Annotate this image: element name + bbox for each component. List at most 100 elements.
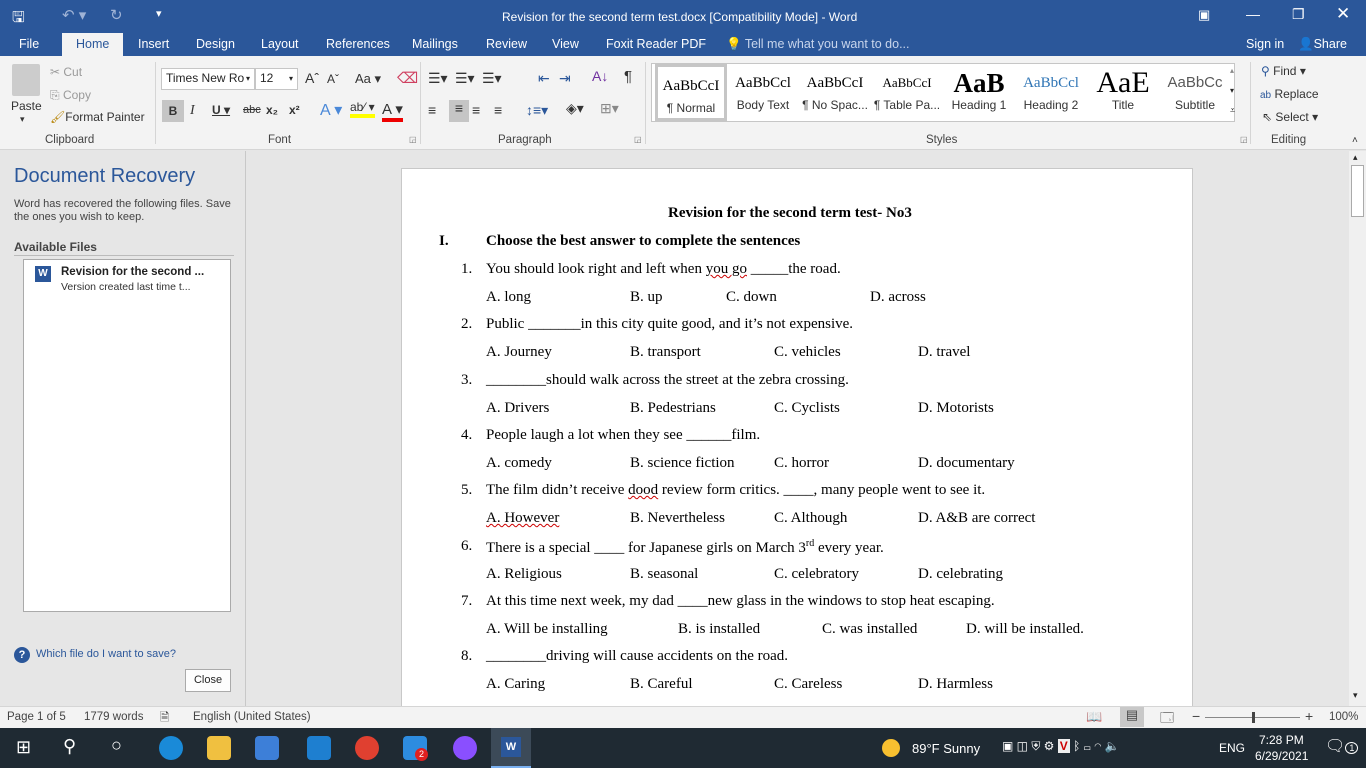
weather[interactable]: 89°F Sunny <box>912 741 980 756</box>
sort-icon[interactable]: A↓ <box>592 68 608 84</box>
line-spacing-icon[interactable]: ↕≡▾ <box>526 102 548 119</box>
scroll-down-icon[interactable]: ▾ <box>1353 690 1358 701</box>
show-formatting-icon[interactable]: ¶ <box>624 68 632 85</box>
superscript-button[interactable]: x² <box>289 103 300 117</box>
task-view-icon[interactable]: ○ <box>111 735 122 756</box>
style-heading-1[interactable]: AaB Heading 1 <box>943 64 1015 121</box>
increase-indent-icon[interactable]: ⇥ <box>559 70 571 87</box>
notifications-icon[interactable]: 🗨 1 <box>1325 736 1359 756</box>
style-normal[interactable]: AaBbCcI ¶ Normal <box>655 64 727 121</box>
collapse-ribbon-icon[interactable]: ˄ <box>1352 135 1358 146</box>
tab-foxit[interactable]: Foxit Reader PDF <box>606 37 706 51</box>
tab-layout[interactable]: Layout <box>261 37 299 51</box>
read-mode-icon[interactable]: 📖 <box>1086 709 1102 725</box>
styles-scroll-down-icon[interactable]: ▾ <box>1230 86 1234 95</box>
dialog-launcher-icon[interactable]: ◲ <box>1240 135 1248 144</box>
dialog-launcher-icon[interactable]: ◲ <box>634 135 642 144</box>
mail-icon[interactable] <box>307 736 331 760</box>
highlight-icon[interactable]: ab⁄ ▾ <box>350 100 375 118</box>
page-count[interactable]: Page 1 of 5 <box>7 711 66 723</box>
strikethrough-button[interactable]: abc <box>243 104 261 116</box>
style-title[interactable]: AaE Title <box>1087 64 1159 121</box>
pane-divider[interactable] <box>245 151 246 706</box>
decrease-indent-icon[interactable]: ⇤ <box>538 70 550 87</box>
edge-icon[interactable] <box>159 736 183 760</box>
tell-me-search[interactable]: 💡 Tell me what you want to do... <box>726 37 910 52</box>
sign-in-link[interactable]: Sign in <box>1246 37 1284 51</box>
zoom-slider-thumb[interactable] <box>1251 712 1255 723</box>
copy-button[interactable]: ⎘ Copy <box>50 88 91 103</box>
font-size-select[interactable]: 12 ▾ <box>255 68 298 90</box>
tab-file[interactable]: File <box>19 37 39 51</box>
vertical-scrollbar[interactable]: ▴ ▾ <box>1349 151 1366 706</box>
font-color-icon[interactable]: A ▾ <box>382 100 403 122</box>
multilevel-list-icon[interactable]: ☰▾ <box>482 70 502 87</box>
find-button[interactable]: ⚲ Find ▾ <box>1261 64 1306 78</box>
proofing-icon[interactable]: 🗎 <box>160 710 169 729</box>
zalo-icon[interactable]: 2 <box>403 736 428 761</box>
text-effects-icon[interactable]: A ▾ <box>320 100 342 120</box>
borders-icon[interactable]: ⊞▾ <box>600 100 619 117</box>
italic-button[interactable]: I <box>190 103 195 119</box>
close-button[interactable]: ✕ <box>1336 4 1350 24</box>
align-center-icon[interactable]: ≡ <box>449 100 469 122</box>
chrome-icon[interactable] <box>355 736 379 760</box>
redo-icon[interactable]: ↻ <box>110 6 123 24</box>
format-painter-button[interactable]: 🖌Format Painter <box>50 110 145 124</box>
minimize-button[interactable]: — <box>1246 6 1260 22</box>
clear-formatting-icon[interactable]: ⌫ <box>397 69 418 87</box>
style-body-text[interactable]: AaBbCcl Body Text <box>727 64 799 121</box>
messenger-icon[interactable] <box>453 736 477 760</box>
font-name-select[interactable]: Times New Ro ▾ <box>161 68 255 90</box>
language[interactable]: English (United States) <box>193 711 311 723</box>
style-heading-2[interactable]: AaBbCcl Heading 2 <box>1015 64 1087 121</box>
styles-scroll-up-icon[interactable]: ▴ <box>1230 66 1234 75</box>
help-link[interactable]: Which file do I want to save? <box>36 648 176 660</box>
numbering-icon[interactable]: ☰▾ <box>455 70 475 87</box>
store-icon[interactable] <box>255 736 279 760</box>
cut-button[interactable]: ✂ Cut <box>50 65 82 79</box>
undo-icon[interactable]: ↶ ▾ <box>62 6 86 24</box>
recovered-file-item[interactable]: W Revision for the second ... Version cr… <box>24 260 230 296</box>
ribbon-display-icon[interactable]: ▣ <box>1198 7 1210 23</box>
share-button[interactable]: 👤Share <box>1298 37 1347 52</box>
align-left-icon[interactable]: ≡ <box>428 102 436 118</box>
zoom-out-button[interactable]: − <box>1192 708 1200 724</box>
styles-more-icon[interactable]: ⩡ <box>1230 105 1235 116</box>
tab-mailings[interactable]: Mailings <box>412 37 458 51</box>
windows-start-icon[interactable]: ⊞ <box>16 737 31 758</box>
word-taskbar-icon[interactable]: W <box>491 728 531 768</box>
restore-button[interactable]: ❐ <box>1292 6 1305 23</box>
justify-icon[interactable]: ≡ <box>494 102 502 118</box>
word-count[interactable]: 1779 words <box>84 711 143 723</box>
select-button[interactable]: ⇖ Select ▾ <box>1262 110 1318 124</box>
style-table-pa[interactable]: AaBbCcI ¶ Table Pa... <box>871 64 943 121</box>
zoom-level[interactable]: 100% <box>1329 711 1358 723</box>
zoom-in-button[interactable]: + <box>1305 708 1313 724</box>
paste-button[interactable]: Paste <box>11 99 42 113</box>
paste-icon[interactable] <box>12 64 40 96</box>
search-icon[interactable]: ⚲ <box>63 736 76 757</box>
paste-dropdown-icon[interactable]: ▾ <box>20 114 25 125</box>
close-button[interactable]: Close <box>185 669 231 692</box>
tab-review[interactable]: Review <box>486 37 527 51</box>
input-language[interactable]: ENG <box>1219 741 1245 755</box>
clock-date[interactable]: 6/29/2021 <box>1255 749 1308 763</box>
save-icon[interactable]: 🖫 <box>12 7 25 32</box>
style-subtitle[interactable]: AaBbCc Subtitle <box>1159 64 1231 121</box>
file-explorer-icon[interactable] <box>207 736 231 760</box>
tab-references[interactable]: References <box>326 37 390 51</box>
tray-icons[interactable]: ▣ ◫ ⛨ ⚙ V ᛒ ▭ ◠ 🔈 <box>1002 739 1120 754</box>
bullets-icon[interactable]: ☰▾ <box>428 70 448 87</box>
subscript-button[interactable]: x₂ <box>266 103 278 117</box>
replace-button[interactable]: ab Replace <box>1260 87 1319 101</box>
dialog-launcher-icon[interactable]: ◲ <box>409 135 417 144</box>
scroll-up-icon[interactable]: ▴ <box>1353 152 1358 163</box>
clock-time[interactable]: 7:28 PM <box>1259 733 1304 747</box>
tab-insert[interactable]: Insert <box>138 37 169 51</box>
underline-button[interactable]: U ▾ <box>212 103 230 117</box>
shrink-font-icon[interactable]: Aˇ <box>327 72 339 86</box>
document-page[interactable] <box>401 168 1193 728</box>
print-layout-icon[interactable]: ▤ <box>1120 707 1144 727</box>
scrollbar-thumb[interactable] <box>1351 165 1364 217</box>
